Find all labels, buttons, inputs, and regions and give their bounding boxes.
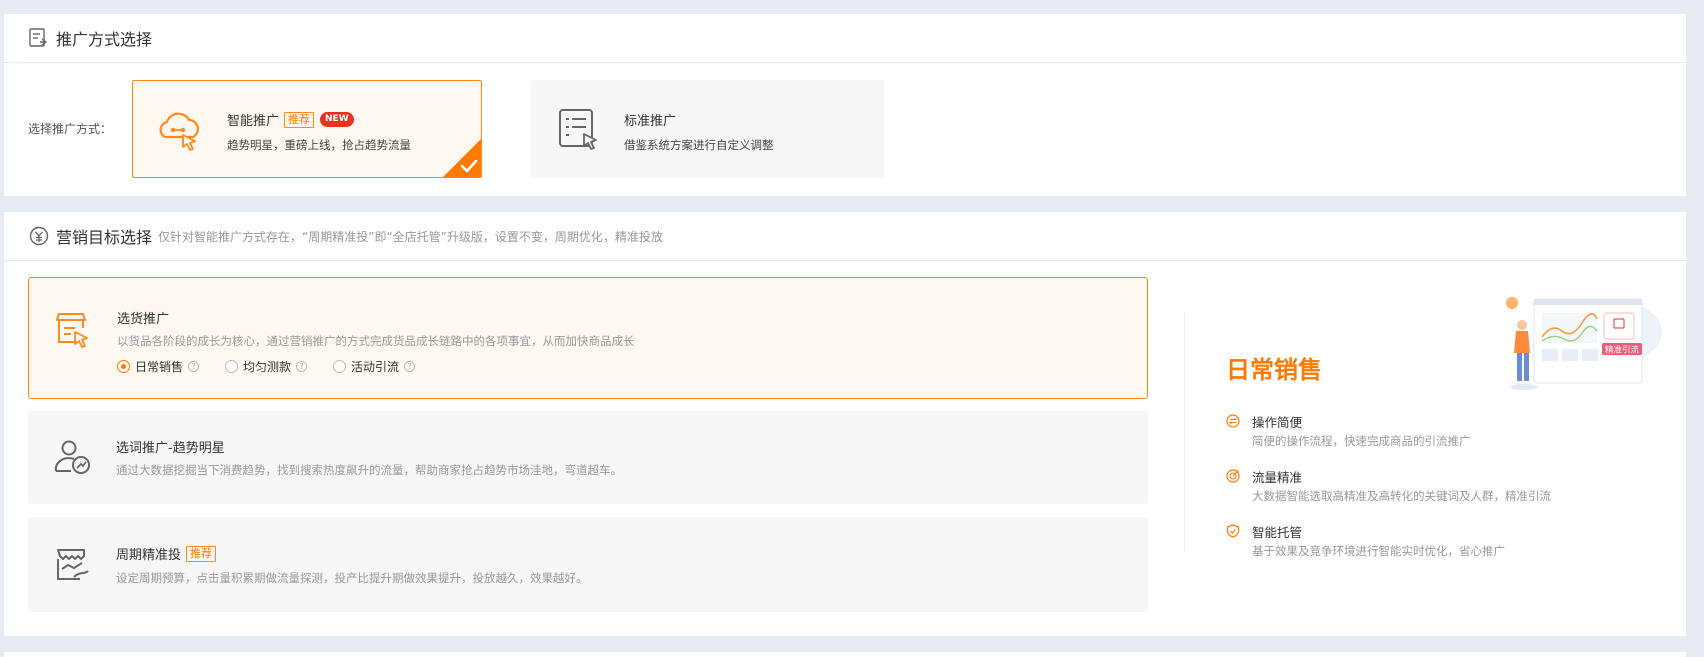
cycle-precision-icon	[57, 549, 89, 580]
smart-option-title-row: 智能推广 推荐 NEW	[227, 110, 354, 129]
daily-sales-illustration: 精准引流	[1506, 297, 1662, 390]
feature-desc: 大数据智能选取高精准及高转化的关键词及人群，精准引流	[1252, 489, 1551, 503]
product-goal-sub-options: 日常销售 ? 均匀测款 ? 活动引流 ?	[117, 358, 441, 375]
panel-title: 日常销售	[1226, 356, 1322, 384]
help-icon[interactable]: ?	[188, 361, 200, 372]
smart-option-desc: 趋势明星，重磅上线，抢占趋势流量	[227, 138, 411, 152]
method-section-title: 推广方式选择	[56, 30, 153, 49]
goal-option-product[interactable]: 选货推广 以货品各阶段的成长为核心，通过营销推广的方式完成货品成长链路中的各项事…	[28, 277, 1148, 399]
goal-section-header: 营销目标选择 仅针对智能推广方式存在，“周期精准投”即“全店托管”升级版，设置不…	[4, 212, 1686, 261]
new-badge: NEW	[320, 112, 354, 127]
next-section-card	[4, 652, 1686, 657]
radio-label: 活动引流	[351, 360, 400, 374]
radio-dot[interactable]	[117, 360, 130, 373]
feature-desc: 简便的操作流程，快速完成商品的引流推广	[1252, 434, 1471, 448]
radio-even-test[interactable]: 均匀测款 ?	[225, 358, 308, 375]
keyword-goal-desc: 通过大数据挖掘当下消费趋势，找到搜索热度飙升的流量，帮助商家抢占趋势市场洼地，弯…	[116, 463, 622, 477]
promotion-method-card: 推广方式选择 选择推广方式： 智能推广 推荐 NEW 趋势明星，重磅上线，抢占趋…	[4, 14, 1686, 196]
goal-section-title: 营销目标选择	[56, 228, 153, 247]
feature-title: 流量精准	[1252, 470, 1303, 485]
radio-dot[interactable]	[225, 360, 239, 373]
smart-promotion-icon	[159, 112, 199, 151]
radio-event-traffic[interactable]: 活动引流 ?	[333, 358, 416, 375]
keyword-goal-title: 选词推广-趋势明星	[116, 441, 225, 456]
product-goal-title: 选货推广	[117, 312, 170, 327]
swap-icon	[1226, 414, 1240, 428]
radio-label: 日常销售	[135, 360, 184, 374]
standard-option-title: 标准推广	[624, 114, 677, 129]
method-option-standard[interactable]: 标准推广 借鉴系统方案进行自定义调整	[530, 80, 884, 178]
keyword-trend-icon	[54, 440, 90, 474]
method-section-header: 推广方式选择	[4, 14, 1686, 63]
radio-daily-sales[interactable]: 日常销售 ?	[117, 358, 200, 375]
recommend-tag: 推荐	[284, 111, 315, 128]
method-select-icon	[29, 28, 48, 47]
selected-check-icon	[443, 139, 481, 177]
radio-label: 均匀测款	[243, 360, 292, 374]
product-goal-desc: 以货品各阶段的成长为核心，通过营销推广的方式完成货品成长链路中的各项事宜，从而加…	[117, 334, 635, 348]
method-label: 选择推广方式：	[28, 122, 113, 136]
cycle-goal-title: 周期精准投	[116, 548, 182, 563]
standard-promotion-icon	[559, 109, 597, 150]
goal-option-keyword[interactable]: 选词推广-趋势明星 通过大数据挖掘当下消费趋势，找到搜索热度飙升的流量，帮助商家…	[28, 411, 1148, 504]
goal-option-cycle[interactable]: 周期精准投 推荐 设定周期预算，点击量积累期做流量探测，投产比提升期做效果提升，…	[28, 517, 1148, 612]
goal-money-icon	[29, 226, 49, 246]
shield-icon	[1226, 524, 1240, 538]
goal-section-subtitle: 仅针对智能推广方式存在，“周期精准投”即“全店托管”升级版，设置不变，周期优化，…	[158, 229, 663, 244]
help-icon[interactable]: ?	[404, 361, 416, 372]
smart-option-title: 智能推广	[227, 114, 280, 129]
feature-title: 智能托管	[1252, 525, 1303, 540]
help-icon[interactable]: ?	[296, 361, 308, 372]
feature-desc: 基于效果及竞争环境进行智能实时优化，省心推广	[1252, 544, 1505, 558]
method-option-smart[interactable]: 智能推广 推荐 NEW 趋势明星，重磅上线，抢占趋势流量	[132, 80, 482, 178]
target-icon	[1226, 469, 1240, 483]
standard-option-desc: 借鉴系统方案进行自定义调整	[624, 138, 774, 152]
cycle-goal-desc: 设定周期预算，点击量积累期做流量探测，投产比提升期做效果提升，投放越久，效果越好…	[116, 571, 588, 585]
product-promotion-icon	[56, 313, 88, 348]
illustration-badge-text: 精准引流	[1605, 345, 1640, 356]
cycle-goal-title-row: 周期精准投 推荐	[116, 544, 217, 563]
panel-divider	[1184, 312, 1185, 552]
feature-title: 操作简便	[1252, 415, 1303, 430]
radio-dot[interactable]	[333, 360, 347, 373]
marketing-goal-card: 营销目标选择 仅针对智能推广方式存在，“周期精准投”即“全店托管”升级版，设置不…	[4, 212, 1686, 636]
recommend-tag: 推荐	[186, 545, 217, 562]
